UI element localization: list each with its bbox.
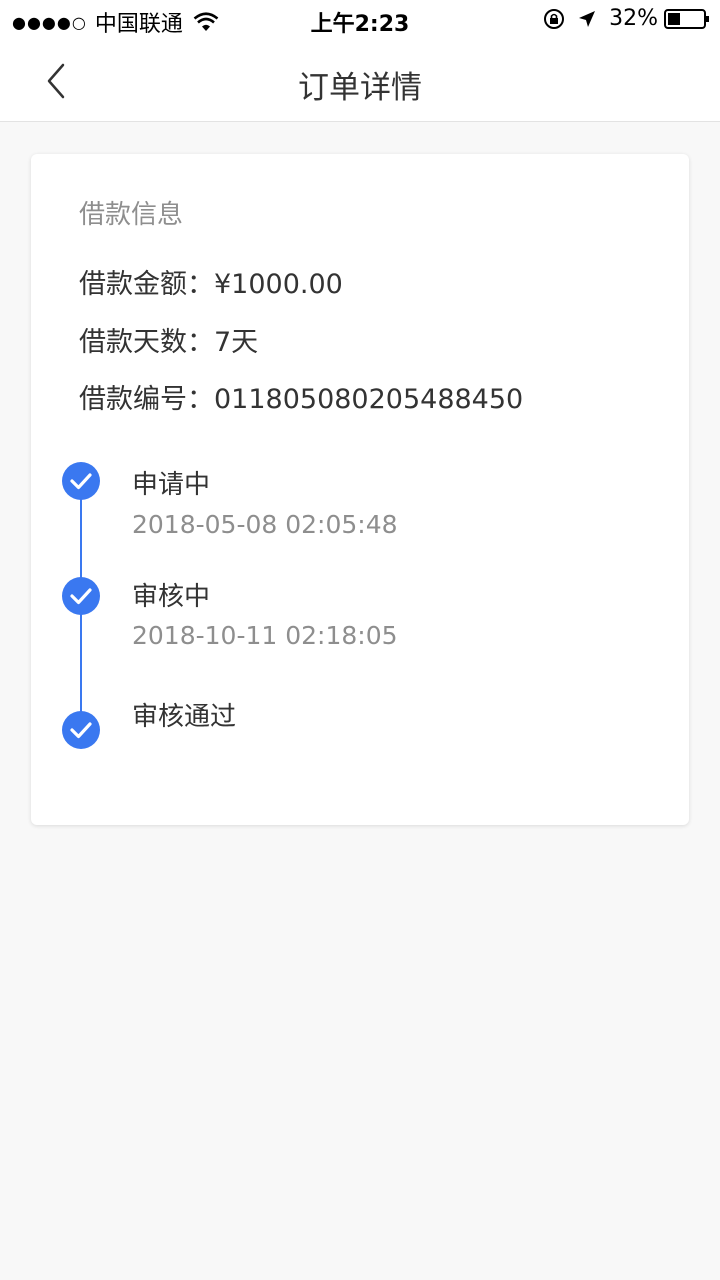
loan-number: 借款编号：011805080205488450	[79, 384, 524, 415]
timeline-step-label: 申请中	[132, 470, 211, 500]
status-bar: ●●●●○ 中国联通 上午2:23 32%	[0, 0, 720, 40]
check-circle-icon	[62, 462, 100, 500]
timeline-step-label: 审核通过	[132, 702, 237, 732]
loan-info-title: 借款信息	[79, 200, 184, 230]
battery-percent: 32%	[609, 6, 658, 31]
timeline-step-label: 审核中	[132, 582, 211, 612]
loan-days: 借款天数：7天	[79, 327, 259, 358]
timeline-step-time: 2018-05-08 02:05:48	[132, 510, 398, 539]
check-circle-icon	[62, 577, 100, 615]
loan-amount: 借款金额：¥1000.00	[79, 269, 343, 300]
page-title: 订单详情	[298, 70, 422, 106]
battery-icon	[664, 8, 709, 29]
timeline-step-time: 2018-10-11 02:18:05	[132, 621, 398, 650]
location-arrow-icon	[579, 10, 596, 27]
check-circle-icon	[62, 711, 100, 749]
navigation-bar: 订单详情	[0, 40, 720, 122]
rotation-lock-icon	[544, 8, 565, 29]
order-detail-card: 借款信息 借款金额：¥1000.00 借款天数：7天 借款编号：01180508…	[31, 154, 689, 825]
status-bar-right: 32%	[543, 6, 710, 31]
